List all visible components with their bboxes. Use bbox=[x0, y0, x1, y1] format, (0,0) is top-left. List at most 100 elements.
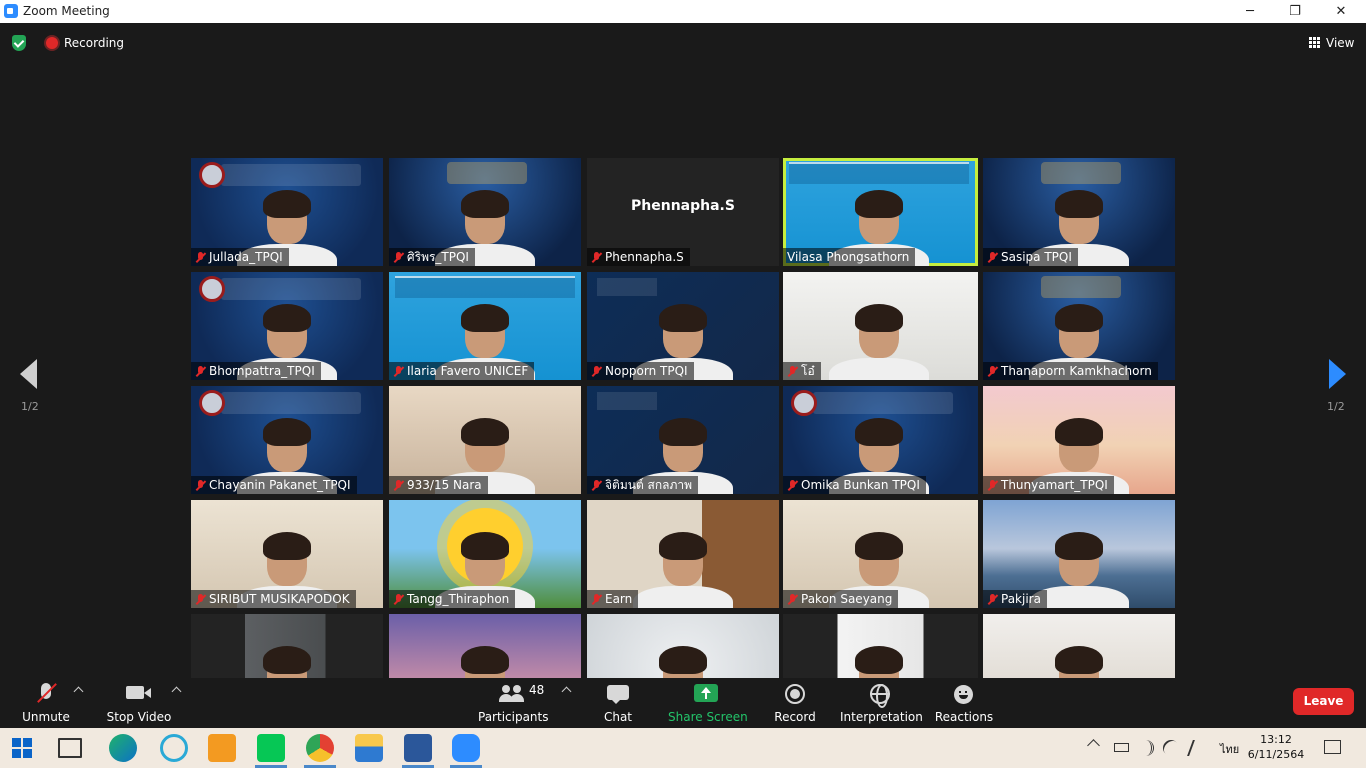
next-page-arrow-icon[interactable] bbox=[1329, 359, 1346, 389]
grid-view-icon[interactable] bbox=[1309, 37, 1321, 49]
participant-tile[interactable]: Ilaria Favero UNICEF bbox=[389, 272, 581, 380]
participant-face bbox=[855, 304, 903, 358]
participant-tile[interactable]: Vilasa Phongsathorn bbox=[783, 158, 978, 266]
windows-start-icon[interactable] bbox=[12, 738, 32, 758]
participant-display-name: Phennapha.S bbox=[631, 198, 735, 214]
participant-name-label: Pakon Saeyang bbox=[783, 590, 899, 608]
participants-label: Participants bbox=[478, 710, 549, 724]
participant-tile[interactable]: Earn bbox=[587, 500, 779, 608]
zoom-app-icon bbox=[4, 4, 18, 18]
virtual-background-banner bbox=[199, 162, 361, 188]
participant-tile[interactable]: ศิริพร_TPQI bbox=[389, 158, 581, 266]
participant-tile[interactable]: Chayanin Pakanet_TPQI bbox=[191, 386, 383, 494]
muted-microphone-icon bbox=[591, 365, 602, 377]
system-clock[interactable]: 13:12 6/11/2564 bbox=[1244, 732, 1308, 762]
tray-chevron-up-icon[interactable] bbox=[1087, 739, 1100, 752]
participant-name: Thanaporn Kamkhachorn bbox=[1001, 364, 1152, 378]
muted-microphone-icon bbox=[591, 593, 602, 605]
word-app-icon[interactable] bbox=[402, 734, 434, 768]
wifi-icon[interactable] bbox=[1159, 736, 1183, 760]
virtual-background-banner bbox=[789, 162, 969, 184]
participant-tile[interactable]: Nopporn TPQI bbox=[587, 272, 779, 380]
line-app-icon[interactable] bbox=[255, 734, 287, 768]
participant-tile[interactable]: Omika Bunkan TPQI bbox=[783, 386, 978, 494]
participant-face bbox=[855, 190, 903, 244]
participant-tile[interactable]: SIRIBUT MUSIKAPODOK bbox=[191, 500, 383, 608]
record-button[interactable]: Record bbox=[772, 678, 818, 728]
audio-options-caret-icon[interactable] bbox=[73, 686, 84, 697]
participant-tile[interactable]: Pakjira bbox=[983, 500, 1175, 608]
participant-tile[interactable]: Bhornpattra_TPQI bbox=[191, 272, 383, 380]
participant-name-label: Tangg_Thiraphon bbox=[389, 590, 516, 608]
participant-tile[interactable]: Phennapha.S Phennapha.S bbox=[587, 158, 779, 266]
participant-tile[interactable]: Thunyamart_TPQI bbox=[983, 386, 1175, 494]
edge-browser-icon[interactable] bbox=[109, 734, 137, 762]
gallery-view: 1/2 1/2 Jullada_TPQI ศิริพร_TPQI Phennapha… bbox=[0, 65, 1366, 722]
stop-video-button[interactable]: Stop Video bbox=[103, 678, 175, 728]
share-screen-button[interactable]: Share Screen bbox=[668, 678, 748, 728]
chrome-browser-icon[interactable] bbox=[304, 734, 336, 768]
battery-icon[interactable] bbox=[1114, 743, 1129, 752]
leave-button[interactable]: Leave bbox=[1293, 688, 1354, 715]
participant-face bbox=[659, 304, 707, 358]
minimize-button[interactable]: ─ bbox=[1227, 0, 1273, 23]
view-button[interactable]: View bbox=[1326, 36, 1354, 50]
chat-button[interactable]: Chat bbox=[598, 678, 638, 728]
participant-name-label: Ilaria Favero UNICEF bbox=[389, 362, 535, 380]
virtual-background-banner bbox=[1041, 162, 1121, 184]
previous-page-arrow-icon[interactable] bbox=[20, 359, 37, 389]
maximize-button[interactable]: ❐ bbox=[1272, 0, 1318, 23]
snipping-tool-icon[interactable] bbox=[160, 734, 188, 762]
participant-name: Ilaria Favero UNICEF bbox=[407, 364, 529, 378]
globe-icon bbox=[870, 684, 890, 708]
file-explorer-icon[interactable] bbox=[355, 734, 383, 762]
participant-hair bbox=[461, 418, 509, 446]
participant-name-label: Vilasa Phongsathorn bbox=[783, 248, 916, 266]
muted-microphone-icon bbox=[393, 479, 404, 491]
participant-tile[interactable]: โอ๋ bbox=[783, 272, 978, 380]
participant-hair bbox=[263, 190, 311, 218]
participants-count: 48 bbox=[529, 683, 545, 697]
muted-microphone-icon bbox=[591, 479, 602, 491]
notifications-icon[interactable] bbox=[1324, 740, 1341, 754]
security-shield-icon[interactable] bbox=[12, 35, 26, 51]
muted-microphone-icon bbox=[787, 365, 798, 377]
close-button[interactable]: ✕ bbox=[1318, 0, 1364, 23]
zoom-taskbar-icon[interactable] bbox=[450, 734, 482, 768]
participant-tile[interactable]: Pakon Saeyang bbox=[783, 500, 978, 608]
participant-name: Pakon Saeyang bbox=[801, 592, 893, 606]
participant-face bbox=[263, 190, 311, 244]
interpretation-button[interactable]: Interpretation bbox=[840, 678, 923, 728]
participant-name-label: Thunyamart_TPQI bbox=[983, 476, 1114, 494]
participant-tile[interactable]: 933/15 Nara bbox=[389, 386, 581, 494]
recording-label[interactable]: Recording bbox=[64, 36, 124, 50]
participant-tile[interactable]: Jullada_TPQI bbox=[191, 158, 383, 266]
participant-tile[interactable]: Thanaporn Kamkhachorn bbox=[983, 272, 1175, 380]
participant-face bbox=[659, 418, 707, 472]
participant-hair bbox=[1055, 304, 1103, 332]
page-indicator-left: 1/2 bbox=[21, 400, 39, 413]
meeting-controls: Unmute Stop Video Participants 48 Chat S… bbox=[0, 678, 1366, 728]
task-view-icon[interactable] bbox=[58, 738, 82, 758]
participant-tile[interactable]: Tangg_Thiraphon bbox=[389, 500, 581, 608]
unmute-button[interactable]: Unmute bbox=[18, 678, 74, 728]
language-indicator[interactable]: ไทย bbox=[1220, 740, 1240, 756]
participants-icon bbox=[499, 685, 527, 703]
pdf-app-icon[interactable] bbox=[208, 734, 236, 762]
participant-tile[interactable]: Sasipa TPQI bbox=[983, 158, 1175, 266]
participant-face bbox=[1055, 304, 1103, 358]
muted-microphone-icon bbox=[987, 593, 998, 605]
participants-options-caret-icon[interactable] bbox=[561, 686, 572, 697]
window-title: Zoom Meeting bbox=[23, 4, 110, 18]
pen-icon[interactable] bbox=[1187, 740, 1209, 756]
participant-name: Sasipa TPQI bbox=[1001, 250, 1072, 264]
participant-name-label: Thanaporn Kamkhachorn bbox=[983, 362, 1158, 380]
participant-tile[interactable]: จิติมนต์ สกลภาพ bbox=[587, 386, 779, 494]
reactions-label: Reactions bbox=[934, 710, 994, 724]
participant-hair bbox=[659, 646, 707, 674]
participant-hair bbox=[1055, 418, 1103, 446]
reactions-button[interactable]: Reactions bbox=[934, 678, 994, 728]
unmute-label: Unmute bbox=[22, 710, 70, 724]
muted-microphone-icon bbox=[393, 593, 404, 605]
speaker-icon[interactable] bbox=[1138, 740, 1154, 756]
